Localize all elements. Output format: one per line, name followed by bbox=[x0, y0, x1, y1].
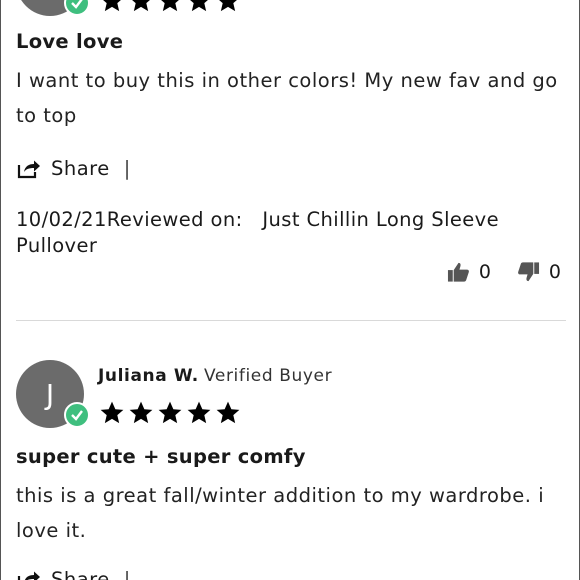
share-icon bbox=[17, 160, 40, 178]
review-title: Love love bbox=[16, 30, 124, 53]
review-body: I want to buy this in other colors! My n… bbox=[16, 69, 558, 127]
verified-check-icon bbox=[64, 0, 90, 16]
star-icon bbox=[219, 0, 237, 12]
helpful-count: 0 bbox=[478, 261, 491, 283]
star-icon bbox=[190, 0, 208, 12]
reviews-panel: Love love I want to buy this in other co… bbox=[0, 0, 580, 580]
review-title: super cute + super comfy bbox=[16, 445, 306, 468]
star-icon bbox=[216, 401, 240, 424]
star-icon bbox=[132, 0, 150, 12]
share-button[interactable]: Share | bbox=[17, 157, 131, 180]
share-button[interactable]: Share | bbox=[17, 568, 131, 580]
verified-check-icon bbox=[64, 402, 90, 428]
unhelpful-vote-button[interactable]: 0 bbox=[517, 261, 561, 283]
avatar-letter: J bbox=[45, 377, 55, 411]
vote-controls: 0 0 bbox=[447, 261, 561, 283]
separator: | bbox=[123, 157, 131, 180]
helpful-vote-button[interactable]: 0 bbox=[447, 261, 491, 283]
star-icon bbox=[187, 401, 211, 424]
review-divider bbox=[16, 320, 566, 321]
share-icon bbox=[17, 571, 40, 580]
review-meta: 10/02/21Reviewed on: Just Chillin Long S… bbox=[16, 207, 556, 259]
star-icon bbox=[100, 401, 124, 424]
share-label: Share bbox=[51, 568, 110, 580]
review-body: this is a great fall/winter addition to … bbox=[16, 484, 545, 542]
thumbs-up-icon bbox=[447, 262, 469, 282]
reviewer-name: Juliana W. bbox=[98, 366, 199, 386]
star-rating bbox=[99, 400, 241, 426]
star-icon bbox=[103, 0, 121, 12]
star-rating bbox=[99, 0, 241, 14]
review-date: 10/02/21 bbox=[16, 208, 107, 231]
star-icon bbox=[158, 401, 182, 424]
reviewed-on-label: Reviewed on: bbox=[106, 208, 243, 231]
separator: | bbox=[123, 568, 131, 580]
unhelpful-count: 0 bbox=[548, 261, 561, 283]
star-icon bbox=[161, 0, 179, 12]
verified-buyer-badge: Verified Buyer bbox=[204, 366, 333, 386]
share-label: Share bbox=[51, 157, 110, 180]
thumbs-down-icon bbox=[517, 262, 539, 282]
star-icon bbox=[129, 401, 153, 424]
